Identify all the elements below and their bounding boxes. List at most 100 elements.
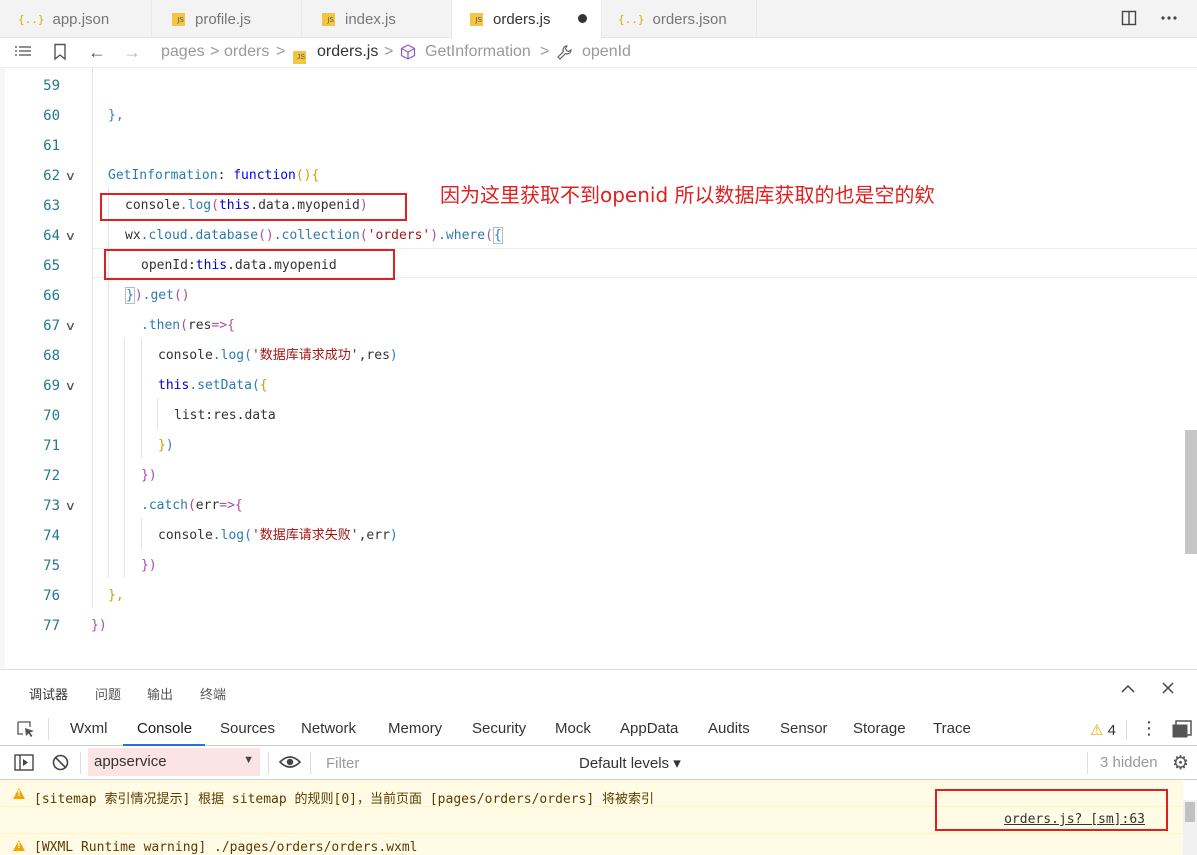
gear-icon[interactable]: ⚙ — [1172, 752, 1189, 775]
filter-input[interactable] — [318, 750, 568, 776]
log-levels-dropdown[interactable]: Default levels ▾ — [579, 754, 681, 772]
breadcrumb-item-pages[interactable]: pages — [161, 43, 205, 61]
tab-network[interactable]: Network — [301, 720, 356, 737]
code-line-61: 61 — [0, 131, 1183, 161]
js-file-icon: JS — [322, 12, 335, 26]
tab-orders-json[interactable]: {..} orders.json — [602, 0, 757, 38]
back-arrow-icon[interactable]: ← — [88, 42, 106, 63]
json-file-icon: {..} — [18, 12, 45, 26]
outline-list-icon[interactable] — [14, 44, 32, 65]
tab-label: profile.js — [195, 10, 251, 28]
fold-chevron-icon[interactable]: ∨ — [65, 169, 76, 183]
breadcrumb-item-openid[interactable]: openId — [582, 43, 631, 61]
line-number: 67 — [43, 318, 60, 334]
breadcrumb-item-orders-js[interactable]: orders.js — [317, 43, 378, 61]
tab-app-json[interactable]: {..} app.json — [0, 0, 152, 38]
sidebar-toggle-icon[interactable] — [14, 754, 34, 776]
warning-icon — [13, 788, 25, 799]
tab-label: orders.json — [652, 10, 727, 28]
fold-chevron-icon[interactable]: ∨ — [65, 229, 76, 243]
context-select[interactable]: appservice ▼ — [88, 748, 260, 776]
kebab-menu-icon[interactable]: ⋮ — [1140, 718, 1158, 739]
fold-chevron-icon[interactable]: ∨ — [65, 319, 76, 333]
bookmark-icon[interactable] — [53, 43, 67, 66]
devtools-panel-tabs: Wxml Console Sources Network Memory Secu… — [0, 712, 1197, 746]
js-file-icon: JS — [172, 12, 185, 26]
tab-security[interactable]: Security — [472, 720, 526, 737]
tab-label: app.json — [52, 10, 110, 28]
unsaved-dot-icon[interactable] — [578, 14, 587, 23]
code-text: }) — [141, 558, 157, 573]
console-scrollbar[interactable] — [1183, 800, 1197, 855]
tab-sensor[interactable]: Sensor — [780, 720, 828, 737]
fold-chevron-icon[interactable]: ∨ — [65, 499, 76, 513]
code-text: console.log('数据库请求成功',res) — [158, 348, 398, 363]
code-line-70: 70 list:res.data — [0, 401, 1183, 431]
line-number: 64 — [43, 228, 60, 244]
tab-index-js[interactable]: JS index.js — [302, 0, 452, 38]
forward-arrow-icon[interactable]: → — [123, 42, 141, 63]
warning-count: 4 — [1107, 722, 1116, 739]
tab-trace[interactable]: Trace — [933, 720, 971, 737]
tab-terminal[interactable]: 终端 — [200, 684, 226, 703]
warning-icon — [13, 840, 25, 851]
tab-wxml[interactable]: Wxml — [70, 720, 108, 737]
line-number: 59 — [43, 78, 60, 94]
tab-memory[interactable]: Memory — [388, 720, 442, 737]
line-number: 60 — [43, 108, 60, 124]
code-line-71: 71 }) — [0, 431, 1183, 461]
warning-counter[interactable]: ⚠ 4 — [1090, 721, 1116, 739]
hidden-count: 3 hidden — [1100, 754, 1158, 771]
code-line-59: 59 — [0, 71, 1183, 101]
tab-console[interactable]: Console — [137, 720, 192, 737]
line-number: 77 — [43, 618, 60, 634]
split-editor-icon[interactable] — [1121, 10, 1137, 31]
line-number: 68 — [43, 348, 60, 364]
line-number: 72 — [43, 468, 60, 484]
message-text: [WXML Runtime warning] ./pages/orders/or… — [34, 840, 418, 855]
inspect-element-icon[interactable] — [16, 720, 36, 743]
tab-profile-js[interactable]: JS profile.js — [152, 0, 302, 38]
tab-output[interactable]: 输出 — [147, 684, 173, 703]
tab-debugger[interactable]: 调试器 — [29, 684, 68, 703]
wrench-property-icon — [556, 44, 573, 66]
highlight-box-source — [935, 789, 1168, 831]
line-number: 65 — [43, 258, 60, 274]
devtools-top-tabs: 调试器 问题 输出 终端 — [0, 670, 1197, 712]
code-line-74: 74 console.log('数据库请求失败',err) — [0, 521, 1183, 551]
clear-console-icon[interactable] — [52, 754, 69, 776]
js-file-icon: JS — [293, 45, 306, 64]
dock-side-icon[interactable] — [1171, 719, 1193, 744]
breadcrumb-item-orders[interactable]: orders — [224, 43, 269, 61]
code-editor[interactable]: 59 60 }, 61 62 ∨ GetInformation: functio… — [0, 68, 1197, 668]
close-icon[interactable] — [1161, 681, 1175, 700]
method-cube-icon — [400, 44, 416, 65]
tab-storage[interactable]: Storage — [853, 720, 906, 737]
breadcrumb-separator: > — [276, 43, 286, 60]
tab-problems[interactable]: 问题 — [95, 684, 121, 703]
code-text: .catch(err=>{ — [141, 498, 243, 513]
line-number: 75 — [43, 558, 60, 574]
code-text: }, — [108, 588, 124, 603]
code-text: }) — [141, 468, 157, 483]
code-text: }) — [91, 618, 107, 633]
breadcrumb-item-getinformation[interactable]: GetInformation — [425, 43, 531, 61]
tab-mock[interactable]: Mock — [555, 720, 591, 737]
line-number: 62 — [43, 168, 60, 184]
fold-chevron-icon[interactable]: ∨ — [65, 379, 76, 393]
tab-appdata[interactable]: AppData — [620, 720, 678, 737]
tab-orders-js[interactable]: JS orders.js — [452, 0, 602, 38]
code-line-76: 76 }, — [0, 581, 1183, 611]
tab-audits[interactable]: Audits — [708, 720, 750, 737]
warning-icon: ⚠ — [1090, 722, 1104, 739]
dropdown-arrow-icon: ▼ — [243, 754, 254, 766]
code-line-60: 60 }, — [0, 101, 1183, 131]
json-file-icon: {..} — [618, 12, 645, 26]
editor-scrollbar[interactable] — [1185, 430, 1197, 554]
code-text: wx.cloud.database().collection('orders')… — [125, 227, 503, 244]
chevron-up-icon[interactable] — [1120, 682, 1136, 700]
tab-sources[interactable]: Sources — [220, 720, 275, 737]
more-actions-icon[interactable] — [1159, 8, 1179, 33]
console-message[interactable]: [WXML Runtime warning] ./pages/orders/or… — [0, 833, 1183, 855]
eye-icon[interactable] — [278, 754, 302, 775]
